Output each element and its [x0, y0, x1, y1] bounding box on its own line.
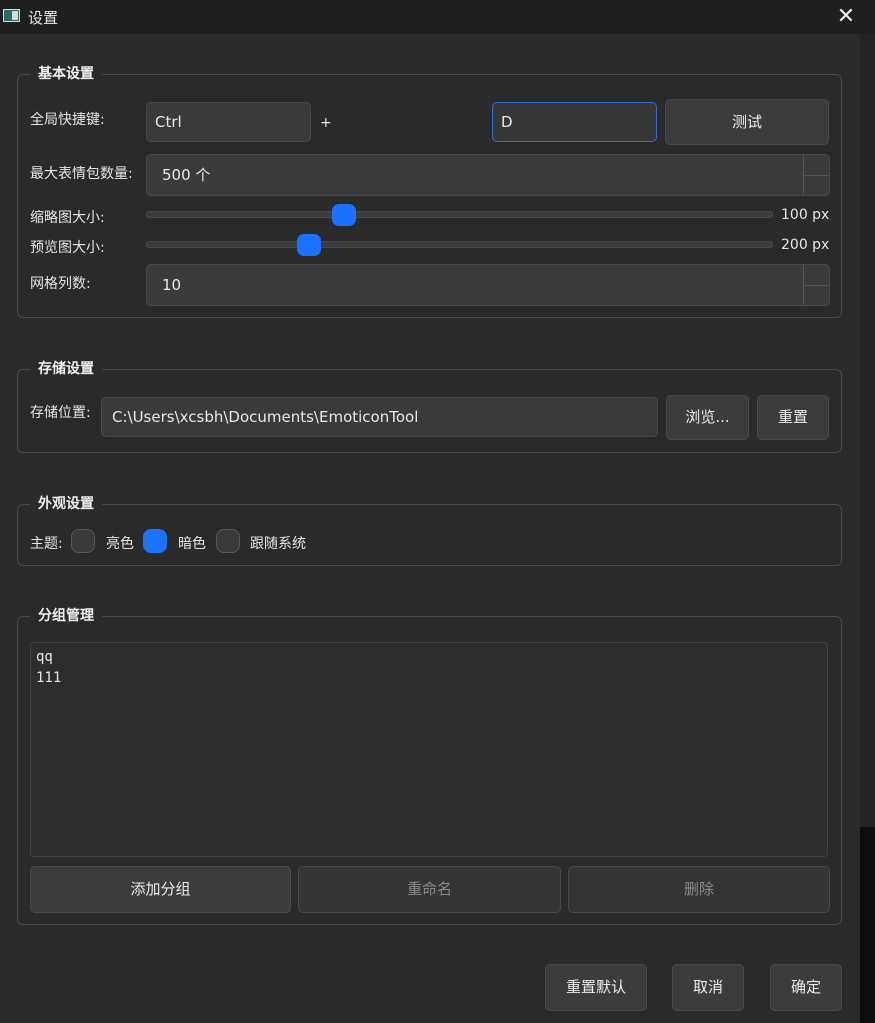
appearance-settings-group — [17, 504, 842, 566]
grid-columns-spinbox[interactable]: 10 — [146, 264, 830, 306]
group-list[interactable]: qq 111 — [30, 642, 828, 857]
preview-size-value: 200 px — [781, 237, 830, 253]
list-item[interactable]: 111 — [36, 668, 822, 689]
preview-size-label: 预览图大小: — [30, 240, 105, 256]
plus-sign: + — [320, 115, 332, 131]
list-item[interactable]: qq — [36, 647, 822, 668]
window-edge — [860, 34, 875, 827]
basic-settings-title: 基本设置 — [30, 63, 102, 83]
ok-button[interactable]: 确定 — [770, 964, 842, 1011]
hotkey-label: 全局快捷键: — [30, 112, 105, 128]
theme-dark-radio[interactable] — [143, 529, 167, 553]
grid-columns-value: 10 — [162, 276, 182, 294]
browse-button[interactable]: 浏览... — [666, 395, 749, 440]
theme-light-label[interactable]: 亮色 — [106, 533, 134, 553]
window-edge-shadow — [860, 827, 875, 1023]
delete-group-button[interactable]: 删除 — [568, 866, 830, 913]
reset-default-button[interactable]: 重置默认 — [545, 964, 647, 1011]
spin-arrows-icon[interactable] — [803, 265, 829, 305]
max-emoticon-spinbox[interactable]: 500 个 — [146, 154, 830, 196]
storage-location-label: 存储位置: — [30, 405, 91, 421]
theme-label: 主题: — [30, 536, 63, 552]
thumbnail-size-value: 100 px — [781, 207, 830, 223]
spin-arrows-icon[interactable] — [803, 155, 829, 195]
theme-system-label[interactable]: 跟随系统 — [250, 533, 306, 553]
grid-columns-label: 网格列数: — [30, 276, 91, 292]
theme-system-radio[interactable] — [216, 529, 240, 553]
title-bar: 设置 ✕ — [0, 0, 875, 34]
group-management-title: 分组管理 — [30, 605, 102, 625]
close-icon[interactable]: ✕ — [830, 2, 862, 32]
thumbnail-size-label: 缩略图大小: — [30, 210, 105, 226]
thumbnail-slider-handle[interactable] — [331, 204, 356, 226]
storage-reset-button[interactable]: 重置 — [757, 395, 829, 440]
test-button[interactable]: 测试 — [665, 99, 829, 145]
rename-group-button[interactable]: 重命名 — [298, 866, 561, 913]
theme-light-radio[interactable] — [71, 529, 95, 553]
max-emoticon-label: 最大表情包数量: — [30, 166, 133, 182]
cancel-button[interactable]: 取消 — [672, 964, 744, 1011]
hotkey-modifier-field[interactable]: Ctrl — [146, 102, 311, 142]
thumbnail-size-slider[interactable] — [146, 211, 773, 218]
app-icon — [3, 9, 20, 22]
dialog-body: 基本设置 全局快捷键: Ctrl + D 测试 最大表情包数量: 500 个 缩… — [0, 34, 860, 1023]
theme-dark-label[interactable]: 暗色 — [178, 533, 206, 553]
storage-path-field[interactable]: C:\Users\xcsbh\Documents\EmoticonTool — [101, 397, 658, 437]
preview-size-slider[interactable] — [146, 241, 773, 248]
hotkey-key-field[interactable]: D — [492, 102, 657, 142]
storage-settings-title: 存储设置 — [30, 358, 102, 378]
window-title: 设置 — [28, 9, 59, 27]
appearance-settings-title: 外观设置 — [30, 493, 102, 513]
max-emoticon-value: 500 个 — [162, 166, 211, 184]
add-group-button[interactable]: 添加分组 — [30, 866, 291, 913]
preview-slider-handle[interactable] — [297, 234, 322, 256]
